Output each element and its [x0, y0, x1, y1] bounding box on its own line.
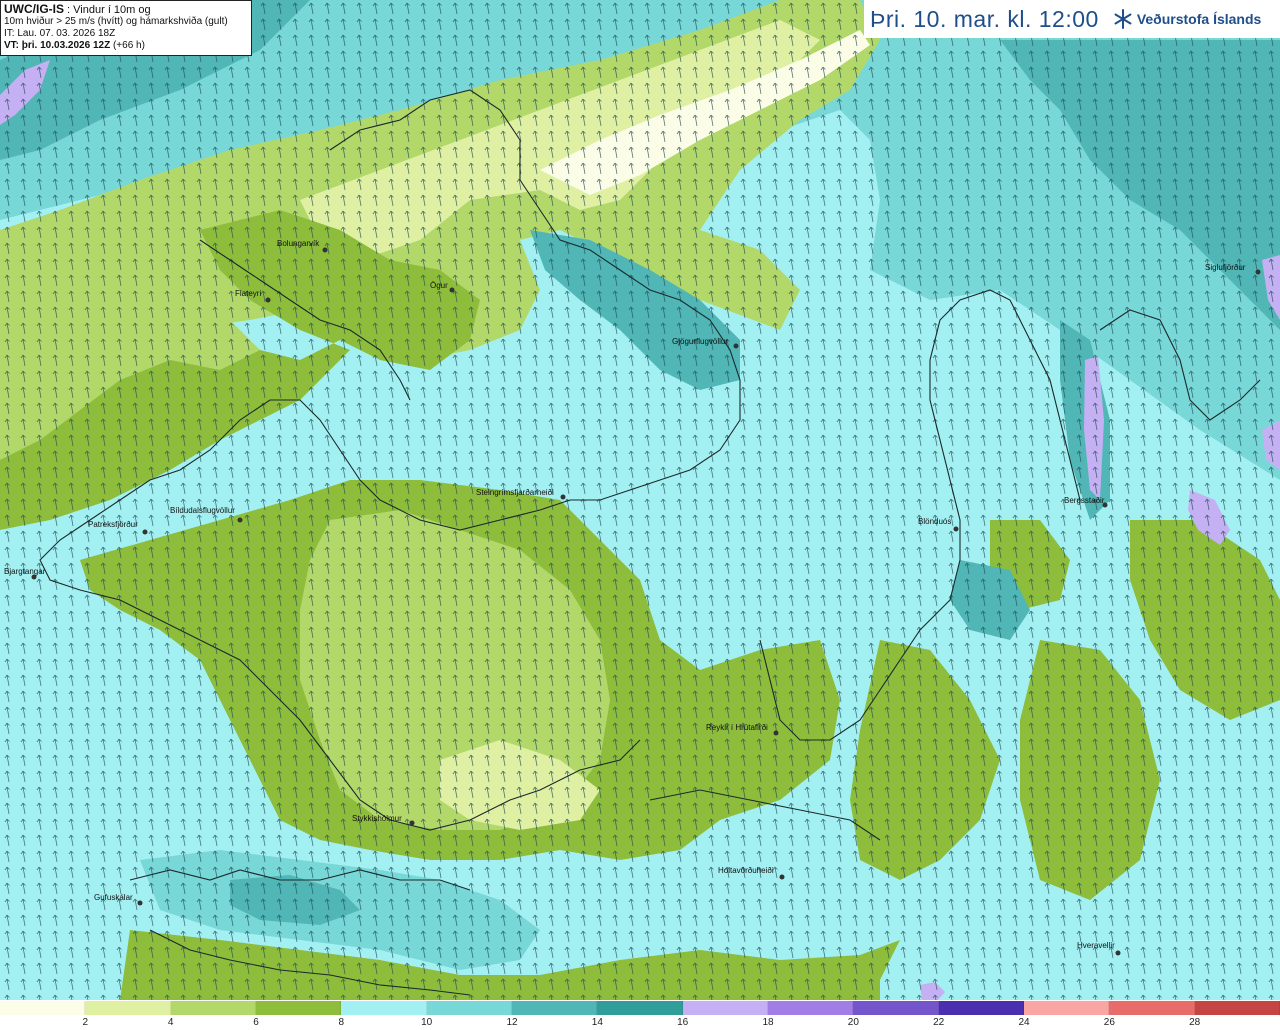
- legend-tick: 18: [762, 1017, 774, 1028]
- legend-swatch: [853, 1001, 939, 1015]
- legend-tick: 16: [677, 1017, 689, 1028]
- svg-text:Bolungarvík: Bolungarvík: [277, 239, 320, 248]
- info-line-4: VT: þri. 10.03.2026 12Z (+66 h): [4, 40, 248, 52]
- legend-tick: 22: [933, 1017, 945, 1028]
- info-line-2: 10m hviður > 25 m/s (hvítt) og hámarkshv…: [4, 16, 228, 27]
- svg-text:Gufuskálar: Gufuskálar: [94, 893, 133, 902]
- legend-swatch: [767, 1001, 854, 1015]
- vt-offset: (+66 h): [112, 40, 145, 51]
- legend-swatch: [938, 1001, 1024, 1015]
- legend-tick-labels: 2 4 6 8 10 12 14 16 18 20 22 24 26 28: [0, 1016, 1280, 1030]
- info-line-3: IT: Lau. 07. 03. 2026 18Z: [4, 28, 116, 39]
- legend-swatch: [511, 1001, 598, 1015]
- svg-text:Holtavörðuheiði: Holtavörðuheiði: [718, 866, 774, 875]
- legend-swatch: [426, 1001, 512, 1015]
- vt-label: VT:: [4, 40, 19, 51]
- svg-text:Bergsstaðir: Bergsstaðir: [1064, 496, 1105, 505]
- info-line-1-rest: : Vindur í 10m og: [64, 4, 151, 16]
- legend-tick: 20: [847, 1017, 859, 1028]
- legend-swatch: [170, 1001, 256, 1015]
- svg-text:Steingrímsfjarðarheiði: Steingrímsfjarðarheiði: [476, 488, 554, 497]
- legend-tick: 14: [591, 1017, 603, 1028]
- svg-text:Bíldudalsflugvöllur: Bíldudalsflugvöllur: [170, 506, 235, 515]
- svg-text:Siglufjörður: Siglufjörður: [1205, 263, 1246, 272]
- svg-text:Stykkishólmur: Stykkishólmur: [352, 814, 402, 823]
- svg-text:Gjögurflugvöllur: Gjögurflugvöllur: [672, 337, 728, 346]
- model-name: UWC/IG-IS: [4, 2, 64, 16]
- legend-swatch: [682, 1001, 768, 1015]
- wind-speed-legend: 2 4 6 8 10 12 14 16 18 20 22 24 26 28: [0, 1000, 1280, 1030]
- logo-text: Veðurstofa Íslands: [1136, 11, 1262, 27]
- legend-swatch: [1109, 1001, 1195, 1015]
- legend-swatch: [85, 1001, 171, 1015]
- svg-text:Ögur: Ögur: [430, 281, 448, 290]
- legend-tick: 28: [1189, 1017, 1201, 1028]
- wind-map: Bolungarvík Flateyri Ögur Gjögurflugvöll…: [0, 0, 1280, 1000]
- legend-tick: 6: [253, 1017, 259, 1028]
- legend-swatch: [255, 1001, 342, 1015]
- svg-text:Bjargtangar: Bjargtangar: [4, 567, 46, 576]
- legend-tick: 2: [82, 1017, 89, 1028]
- legend-swatch: [1194, 1001, 1280, 1015]
- legend-color-bar: [0, 1001, 1280, 1015]
- vt-value: þri. 10.03.2026 12Z: [21, 40, 111, 51]
- svg-text:Blönduós: Blönduós: [918, 517, 951, 526]
- valid-time-title: Þri. 10. mar. kl. 12:00: [870, 5, 1099, 32]
- svg-text:Reykir í Hrútafirði: Reykir í Hrútafirði: [706, 723, 768, 732]
- legend-tick: 4: [167, 1017, 174, 1028]
- svg-text:Hveravellir: Hveravellir: [1077, 941, 1115, 950]
- svg-text:Flateyri: Flateyri: [235, 289, 261, 298]
- info-box: UWC/IG-IS : Vindur í 10m og 10m hviður >…: [0, 0, 252, 56]
- info-line-1: UWC/IG-IS : Vindur í 10m og: [4, 3, 248, 16]
- weather-map-page: Bolungarvík Flateyri Ögur Gjögurflugvöll…: [0, 0, 1280, 1030]
- legend-swatch: [0, 1001, 86, 1015]
- legend-swatch: [1023, 1001, 1110, 1015]
- svg-text:Patreksfjörður: Patreksfjörður: [88, 520, 138, 529]
- legend-tick: 26: [1103, 1017, 1115, 1028]
- legend-swatch: [597, 1001, 683, 1015]
- title-box: Þri. 10. mar. kl. 12:00 Veðurstofa Íslan…: [864, 0, 1280, 38]
- legend-tick: 24: [1018, 1017, 1030, 1028]
- legend-tick: 10: [421, 1017, 433, 1028]
- legend-swatch: [341, 1001, 427, 1015]
- vedurstofa-logo: Veðurstofa Íslands: [1113, 8, 1261, 30]
- snowflake-icon: [1114, 9, 1132, 29]
- legend-tick: 8: [338, 1017, 345, 1028]
- legend-tick: 12: [506, 1017, 518, 1028]
